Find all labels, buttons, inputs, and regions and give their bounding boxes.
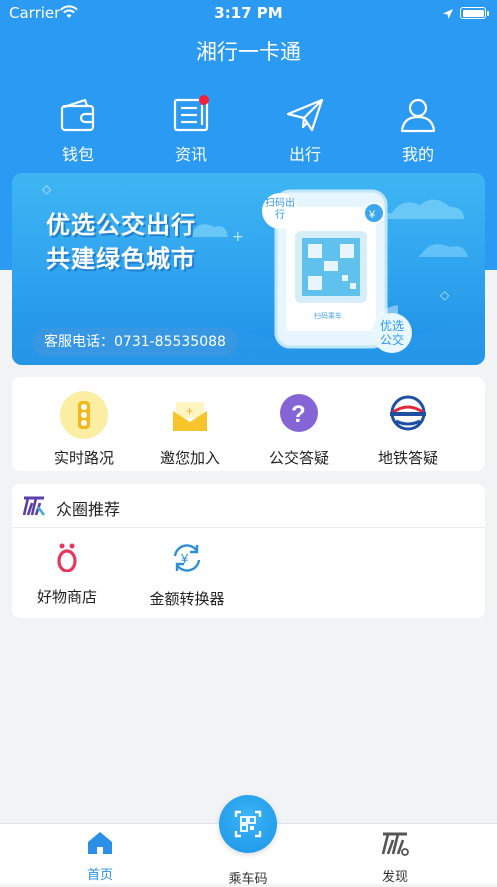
tab-label: 发现 xyxy=(381,870,408,885)
svg-text:?: ? xyxy=(291,401,306,428)
invite-envelope-icon: + xyxy=(166,391,214,439)
service-label: 地铁答疑 xyxy=(377,449,438,467)
svg-text:¥: ¥ xyxy=(180,551,189,566)
currency-converter-icon: ¥ xyxy=(173,544,201,572)
scan-bubble: 扫码出行 xyxy=(262,193,298,229)
svg-text:◇: ◇ xyxy=(42,182,52,196)
section-header: 众圈推荐 xyxy=(12,484,485,528)
notification-badge xyxy=(199,95,209,105)
home-icon xyxy=(88,832,112,854)
svg-text:¥: ¥ xyxy=(368,209,376,221)
service-traffic[interactable]: 实时路况 xyxy=(34,391,134,468)
question-icon: ? xyxy=(275,391,323,439)
service-label: 公交答疑 xyxy=(268,449,329,467)
nav-item-travel[interactable]: 出行 xyxy=(255,95,355,165)
banner-slogan-line2: 共建绿色城市 xyxy=(46,245,196,273)
service-label: 实时路况 xyxy=(53,449,114,467)
svg-text:+: + xyxy=(232,229,244,245)
nav-item-wallet[interactable]: 钱包 xyxy=(28,95,128,165)
app-shop[interactable]: 好物商店 xyxy=(12,542,122,607)
shop-icon xyxy=(57,543,77,573)
tab-label: 乘车码 xyxy=(228,872,268,887)
qr-scan-icon xyxy=(234,810,262,838)
zhongquan-logo-icon xyxy=(22,495,46,521)
wallet-icon xyxy=(60,98,95,132)
ride-code-button[interactable] xyxy=(219,795,277,853)
service-bus-faq[interactable]: ? 公交答疑 xyxy=(249,391,349,468)
app-currency-converter[interactable]: ¥ 金额转换器 xyxy=(132,542,242,609)
traffic-light-icon xyxy=(60,391,108,439)
app-label: 金额转换器 xyxy=(149,590,225,608)
tab-home[interactable]: 首页 xyxy=(60,830,140,883)
phone-illustration: ¥ 扫码出行 扫码乘车 优选公交 xyxy=(262,183,426,357)
tab-label: 首页 xyxy=(86,868,113,883)
svg-text:◇: ◇ xyxy=(440,288,450,302)
service-label: 邀您加入 xyxy=(159,449,220,467)
metro-icon xyxy=(384,391,432,439)
nav-item-news[interactable]: 资讯 xyxy=(141,95,241,165)
svg-text:+: + xyxy=(186,404,193,418)
banner-slogan-line1: 优选公交出行 xyxy=(46,211,196,239)
service-phone-label: 客服电话：0731-85535088 xyxy=(32,328,238,356)
recommend-section: 众圈推荐 好物商店 ¥ 金额转换器 xyxy=(12,484,485,618)
section-title: 众圈推荐 xyxy=(56,500,121,519)
bus-bubble: 优选公交 xyxy=(372,313,412,353)
user-icon xyxy=(400,98,436,133)
nav-item-label: 钱包 xyxy=(61,145,94,164)
nav-item-label: 我的 xyxy=(401,145,434,164)
service-metro-faq[interactable]: 地铁答疑 xyxy=(358,391,458,468)
nav-item-label: 资讯 xyxy=(174,145,207,164)
top-nav: 钱包 资讯 出行 我的 xyxy=(0,95,497,165)
discover-icon xyxy=(381,832,409,856)
nav-item-label: 出行 xyxy=(288,145,321,164)
clock: 3:17 PM xyxy=(214,4,283,22)
page-title: 湘行一卡通 xyxy=(196,40,301,64)
promo-banner[interactable]: + ◇ ◇ 优选公交出行 共建绿色城市 ¥ 扫码出行 扫码乘车 优选公交 客服电… xyxy=(12,173,485,365)
service-invite[interactable]: + 邀您加入 xyxy=(140,391,240,468)
nav-item-me[interactable]: 我的 xyxy=(368,95,468,165)
paper-plane-icon xyxy=(286,98,324,132)
qr-caption: 扫码乘车 xyxy=(314,312,342,320)
tab-ride-code[interactable]: 乘车码 xyxy=(208,864,288,887)
service-shortcuts: 实时路况 + 邀您加入 ? 公交答疑 地铁答疑 xyxy=(12,377,485,471)
app-label: 好物商店 xyxy=(36,588,97,606)
status-bar: Carrier 3:17 PM xyxy=(0,0,497,26)
battery-icon xyxy=(460,7,489,19)
location-arrow-icon xyxy=(442,6,454,24)
tab-discover[interactable]: 发现 xyxy=(355,830,435,885)
